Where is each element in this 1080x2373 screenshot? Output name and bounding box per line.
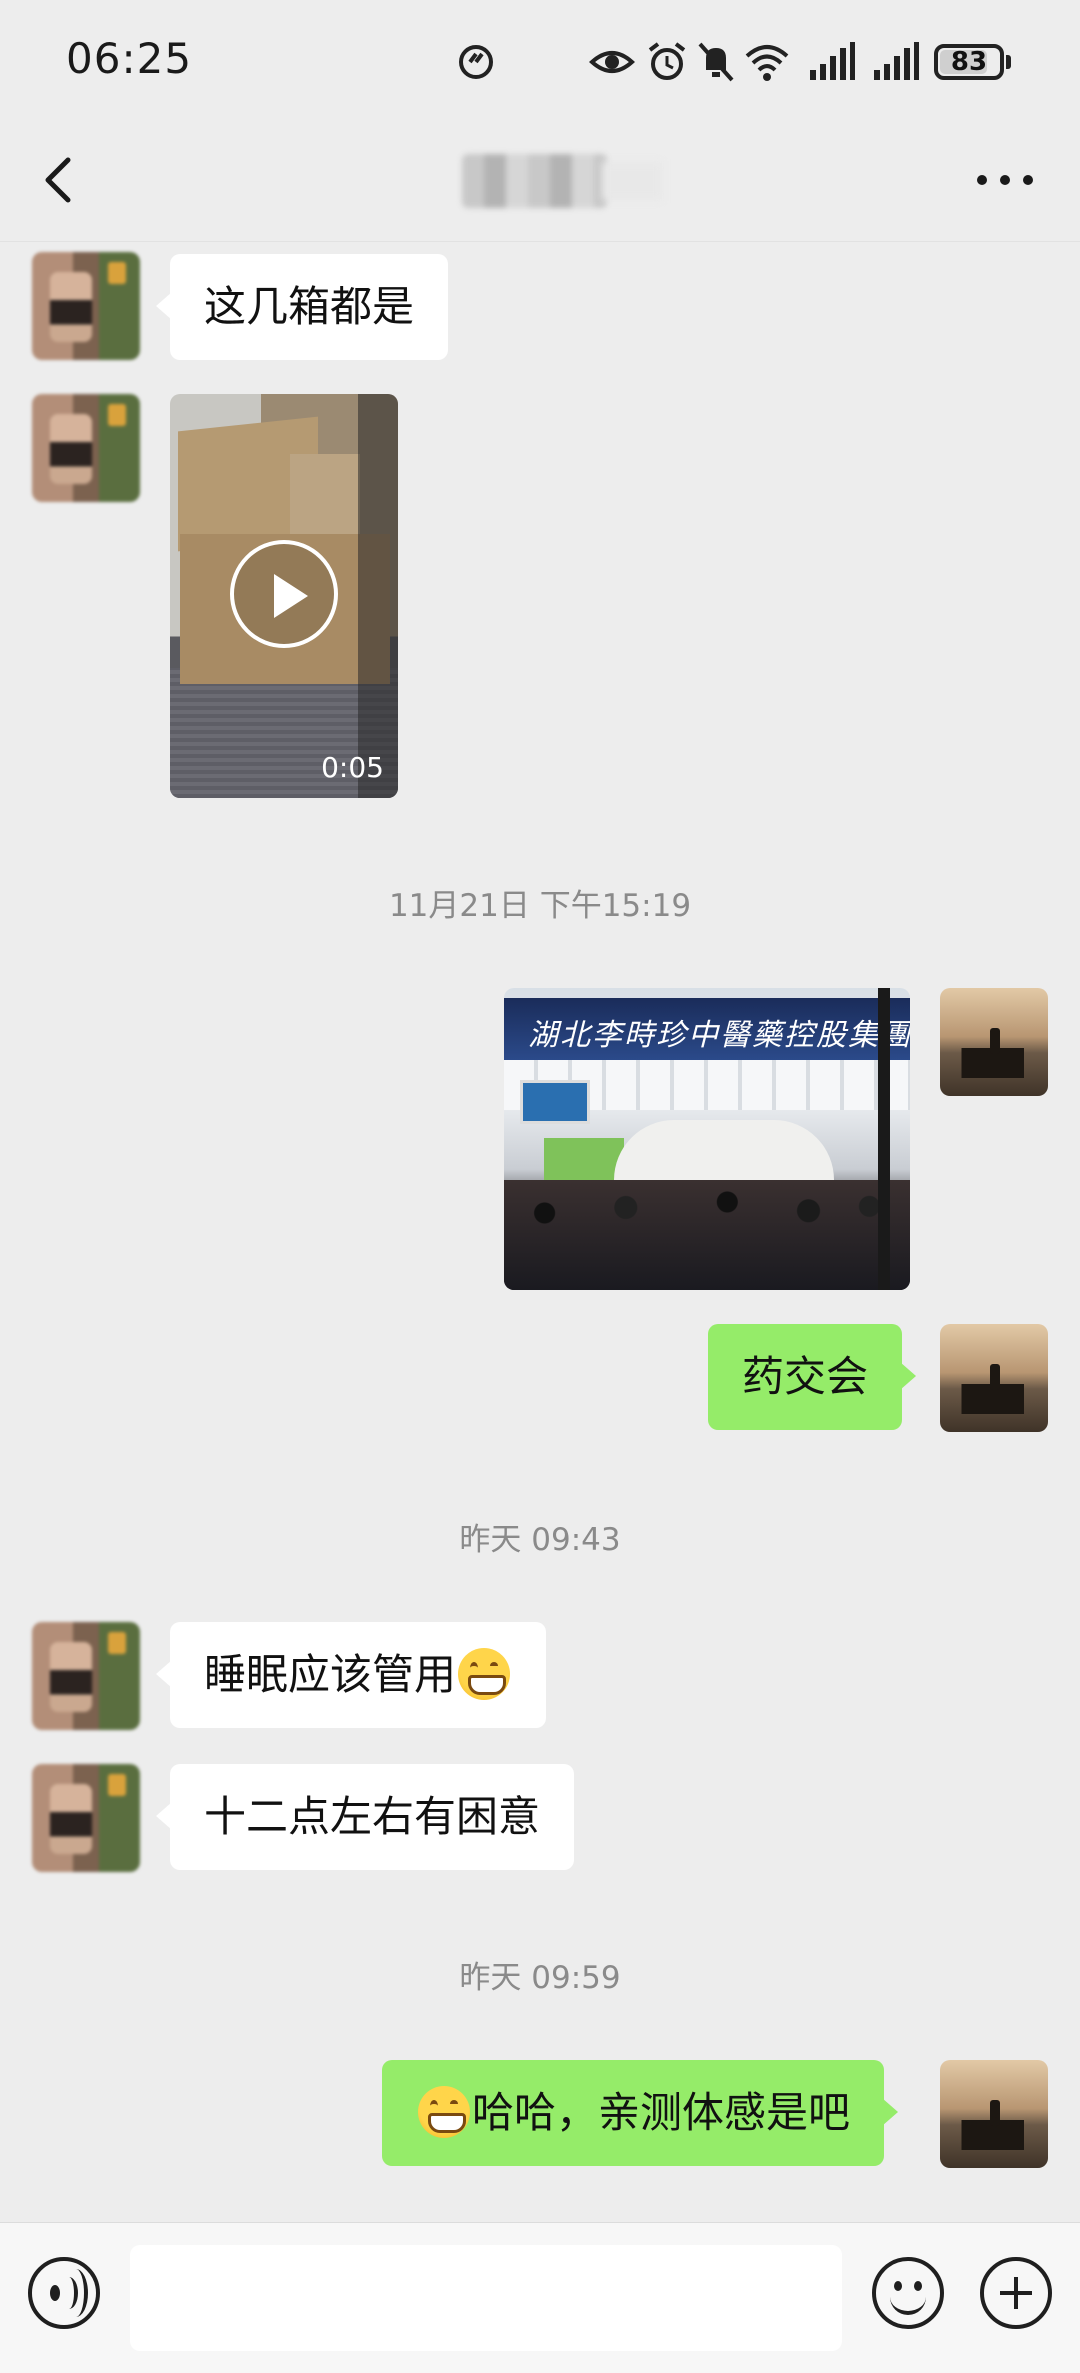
- more-dots-icon: [977, 175, 1033, 185]
- photo-banner-text: 湖北李時珍中醫藥控股集團: [528, 1018, 910, 1053]
- photo-booth: [614, 1120, 834, 1180]
- message-text: 哈哈，亲测体感是吧: [472, 2088, 851, 2137]
- title-blur: [602, 162, 662, 200]
- plus-icon[interactable]: [980, 2257, 1052, 2329]
- input-bar: [0, 2222, 1080, 2373]
- my-avatar[interactable]: [940, 2060, 1048, 2168]
- back-button[interactable]: [34, 150, 84, 210]
- photo-crowd: [504, 1180, 910, 1290]
- speed-icon: [459, 45, 493, 79]
- photo-screen: [520, 1080, 590, 1124]
- emoji-button[interactable]: [872, 2257, 944, 2329]
- message-timestamp: 昨天 09:43: [459, 1522, 621, 1558]
- message-text: 睡眠应该管用: [204, 1650, 457, 1699]
- chat-header: [0, 120, 1080, 242]
- contact-avatar[interactable]: [32, 1622, 140, 1730]
- eye-icon: [589, 51, 635, 73]
- message-text: 十二点左右有困意: [204, 1792, 541, 1841]
- video-duration: 0:05: [321, 751, 384, 784]
- battery-icon: 83: [934, 44, 1004, 80]
- signal-icon: [810, 42, 855, 80]
- video-message[interactable]: 0:05: [170, 394, 398, 798]
- message-text: 这几箱都是: [204, 282, 415, 331]
- signal-icon: [874, 42, 919, 80]
- status-time: 06:25: [66, 34, 193, 83]
- alarm-icon: [648, 42, 686, 80]
- chat-title: [462, 154, 662, 208]
- image-message[interactable]: 湖北李時珍中醫藥控股集團: [504, 988, 910, 1290]
- battery-tip: [1006, 55, 1011, 69]
- grinning-face-icon: [418, 2085, 470, 2138]
- contact-avatar[interactable]: [32, 1764, 140, 1872]
- my-avatar[interactable]: [940, 1324, 1048, 1432]
- photo-banner: 湖北李時珍中醫藥控股集團: [504, 998, 910, 1060]
- photo-pillar: [878, 988, 890, 1290]
- message-input[interactable]: [130, 2245, 842, 2351]
- message-bubble[interactable]: 哈哈，亲测体感是吧: [382, 2060, 899, 2166]
- chevron-left-icon: [45, 157, 71, 203]
- message-bubble[interactable]: 十二点左右有困意: [155, 1764, 575, 1870]
- video-thumbnail-box: [290, 454, 360, 534]
- battery-percent: 83: [950, 47, 988, 77]
- status-bar: 06:25 83: [0, 0, 1080, 120]
- contact-avatar[interactable]: [32, 394, 140, 502]
- message-bubble[interactable]: 药交会: [708, 1324, 917, 1430]
- grinning-face-icon: [458, 1647, 511, 1700]
- video-thumbnail-shadow: [358, 394, 398, 798]
- my-avatar[interactable]: [940, 988, 1048, 1096]
- play-icon[interactable]: [230, 540, 338, 648]
- message-timestamp: 11月21日 下午15:19: [388, 888, 692, 924]
- wifi-icon: [745, 45, 789, 81]
- message-text: 药交会: [742, 1352, 869, 1401]
- contact-avatar[interactable]: [32, 252, 140, 360]
- voice-button[interactable]: [28, 2257, 100, 2329]
- mute-icon: [698, 42, 734, 82]
- message-bubble[interactable]: 睡眠应该管用: [155, 1622, 547, 1728]
- message-timestamp: 昨天 09:59: [459, 1960, 621, 1996]
- message-bubble[interactable]: 这几箱都是: [155, 254, 449, 360]
- more-button[interactable]: [970, 160, 1040, 200]
- title-blur: [462, 154, 607, 208]
